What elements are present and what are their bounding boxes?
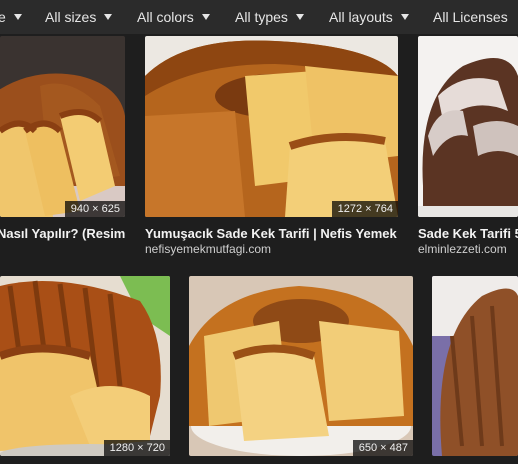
filter-type-dropdown[interactable]: All types: [235, 9, 304, 25]
result-source[interactable]: nefisyemekmutfagi.com: [145, 242, 398, 256]
result-source[interactable]: elminlezzeti.com: [418, 242, 518, 256]
result-title[interactable]: Yumuşacık Sade Kek Tarifi | Nefis Yemek …: [145, 226, 398, 241]
filter-label: All types: [235, 9, 288, 25]
chevron-down-icon: [13, 14, 22, 20]
cake-thumbnail: [189, 276, 413, 456]
chevron-down-icon: [400, 14, 409, 20]
filter-label: All Licenses: [433, 9, 508, 25]
cake-thumbnail: [145, 36, 398, 217]
image-dimensions: 1280 × 720: [103, 440, 170, 456]
image-dimensions: 940 × 625: [64, 201, 125, 217]
image-dimensions: 1272 × 764: [331, 201, 398, 217]
cake-thumbnail: [418, 36, 518, 217]
filter-label: All colors: [137, 9, 194, 25]
chevron-down-icon: [295, 14, 304, 20]
filter-layout-dropdown[interactable]: All layouts: [329, 9, 409, 25]
filter-color-dropdown[interactable]: All colors: [137, 9, 210, 25]
image-result[interactable]: 1280 × 720: [0, 276, 170, 456]
image-result[interactable]: 650 × 487: [189, 276, 413, 456]
cake-thumbnail: [0, 36, 125, 217]
image-result[interactable]: 1272 × 764: [145, 36, 398, 217]
image-dimensions: 650 × 487: [352, 440, 413, 456]
image-result[interactable]: [432, 276, 518, 456]
chevron-down-icon: [201, 14, 210, 20]
filter-label: All layouts: [329, 9, 393, 25]
cake-thumbnail: [0, 276, 170, 456]
filter-label: All sizes: [45, 9, 97, 25]
result-title[interactable]: Sade Kek Tarifi 5: [418, 226, 518, 241]
chevron-down-icon: [104, 14, 113, 20]
image-result[interactable]: [418, 36, 518, 217]
result-title[interactable]: Nasıl Yapılır? (Resiml...: [0, 226, 125, 241]
filter-label: e: [0, 9, 6, 25]
image-result[interactable]: 940 × 625: [0, 36, 125, 217]
filter-previous-dropdown[interactable]: e: [0, 9, 22, 25]
filter-bar: e All sizes All colors All types All lay…: [0, 0, 518, 34]
filter-license-dropdown[interactable]: All Licenses: [433, 9, 508, 25]
filter-size-dropdown[interactable]: All sizes: [45, 9, 113, 25]
cake-thumbnail: [432, 276, 518, 456]
